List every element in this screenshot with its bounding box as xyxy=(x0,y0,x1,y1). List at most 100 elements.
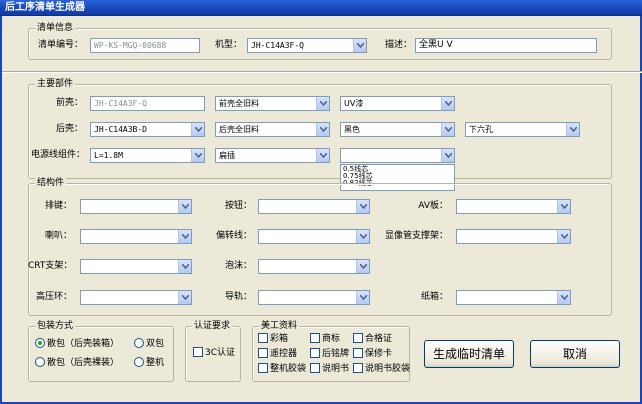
av-board-dropdown[interactable] xyxy=(456,199,571,214)
art-item-label: 说明书 xyxy=(322,364,350,374)
packaging-radio-double[interactable]: 双包 xyxy=(134,338,164,350)
art-item-label: 彩箱 xyxy=(270,334,289,344)
hv-ring-dropdown[interactable] xyxy=(80,290,192,305)
cancel-button[interactable]: 取消 xyxy=(530,340,620,368)
chevron-down-icon[interactable] xyxy=(441,149,454,162)
art-item-label: 整机胶袋 xyxy=(270,364,307,374)
back-color-value: 黑色 xyxy=(344,125,360,134)
foam-dropdown[interactable] xyxy=(258,259,370,274)
chevron-down-icon[interactable] xyxy=(191,123,204,136)
order-number-field[interactable]: WP-KS-MGQ-00688 xyxy=(90,38,200,53)
packaging-radio-bulk-boxed[interactable]: 散包（后壳装箱） xyxy=(35,338,119,350)
description-field[interactable]: 全黑U V xyxy=(415,38,597,53)
keys-dropdown[interactable] xyxy=(80,199,192,214)
rail-label: 导轨： xyxy=(224,292,252,302)
chevron-down-icon[interactable] xyxy=(557,200,570,213)
art-checkbox-warranty[interactable]: 保修卡 xyxy=(353,348,392,360)
back-hole-dropdown[interactable]: 下六孔 xyxy=(465,122,580,137)
packaging-radio-whole[interactable]: 整机 xyxy=(134,357,164,369)
power-cord-dropdown[interactable]: L=1.8M xyxy=(90,148,205,163)
chevron-down-icon[interactable] xyxy=(356,260,369,273)
order-info-title: 清单信息 xyxy=(35,23,76,34)
art-checkbox-rear-plate[interactable]: 后铭牌 xyxy=(310,348,349,360)
packaging-option-label: 整机 xyxy=(146,358,165,368)
av-board-label: AV板： xyxy=(418,201,448,211)
radio-unchecked xyxy=(35,357,45,367)
model-dropdown[interactable]: JH-C14A3F-Q xyxy=(247,38,367,53)
certification-title: 认证要求 xyxy=(192,321,233,332)
power-plug-dropdown[interactable]: 扁插 xyxy=(215,148,330,163)
chevron-down-icon[interactable] xyxy=(557,291,570,304)
packaging-radio-bulk-bare[interactable]: 散包（后壳裸装） xyxy=(35,357,119,369)
checkbox-box xyxy=(310,363,320,373)
chevron-down-icon[interactable] xyxy=(316,149,329,162)
chevron-down-icon[interactable] xyxy=(356,291,369,304)
checkbox-box xyxy=(353,333,363,343)
chevron-down-icon[interactable] xyxy=(353,39,366,52)
front-material-dropdown[interactable]: 前壳全旧料 xyxy=(215,96,330,111)
rail-dropdown[interactable] xyxy=(258,290,370,305)
back-hole-value: 下六孔 xyxy=(469,125,493,134)
back-shell-label: 后壳： xyxy=(55,124,83,134)
chevron-down-icon[interactable] xyxy=(441,123,454,136)
front-shell-field[interactable]: JH-C14A3F-Q xyxy=(90,96,205,111)
back-material-dropdown[interactable]: 后壳全旧料 xyxy=(215,122,330,137)
front-shell-value: JH-C14A3F-Q xyxy=(94,99,147,108)
speaker-dropdown[interactable] xyxy=(80,229,192,244)
art-item-label: 合格证 xyxy=(365,334,393,344)
front-finish-value: UV漆 xyxy=(344,99,364,108)
carton-dropdown[interactable] xyxy=(456,290,571,305)
back-material-value: 后壳全旧料 xyxy=(219,125,259,134)
crt-support-dropdown[interactable] xyxy=(456,229,571,244)
chevron-down-icon[interactable] xyxy=(566,123,579,136)
power-core-dropdown[interactable] xyxy=(340,148,455,163)
art-checkbox-manual[interactable]: 说明书 xyxy=(310,363,349,375)
art-checkbox-color-box[interactable]: 彩箱 xyxy=(258,333,288,345)
window-title: 后工序清单生成器 xyxy=(0,0,642,16)
checkbox-box xyxy=(310,348,320,358)
radio-checked xyxy=(35,338,45,348)
chevron-down-icon[interactable] xyxy=(356,230,369,243)
description-label: 描述： xyxy=(384,40,412,50)
back-shell-value: JH-C14A3B-D xyxy=(94,125,147,134)
main-parts-title: 主要部件 xyxy=(35,79,76,90)
main-window: 清单信息 清单编号： WP-KS-MGQ-00688 机型： JH-C14A3F… xyxy=(0,16,642,404)
back-color-dropdown[interactable]: 黑色 xyxy=(340,122,455,137)
checkbox-box xyxy=(258,363,268,373)
chevron-down-icon[interactable] xyxy=(178,260,191,273)
button-dropdown[interactable] xyxy=(258,199,370,214)
chevron-down-icon[interactable] xyxy=(557,230,570,243)
cert-3c-label: 3C认证 xyxy=(205,348,236,358)
crt-bracket-dropdown[interactable] xyxy=(80,259,192,274)
checkbox-box xyxy=(258,348,268,358)
chevron-down-icon[interactable] xyxy=(316,97,329,110)
chevron-down-icon[interactable] xyxy=(178,230,191,243)
packaging-title: 包装方式 xyxy=(35,321,76,332)
art-checkbox-unit-bag[interactable]: 整机胶袋 xyxy=(258,363,306,375)
back-shell-dropdown[interactable]: JH-C14A3B-D xyxy=(90,122,205,137)
art-checkbox-trademark[interactable]: 商标 xyxy=(310,333,340,345)
cert-3c-checkbox[interactable]: 3C认证 xyxy=(193,347,235,359)
keys-label: 排键： xyxy=(44,201,72,211)
crt-support-label: 显像管支撑架： xyxy=(384,231,448,241)
front-finish-dropdown[interactable]: UV漆 xyxy=(340,96,455,111)
chevron-down-icon[interactable] xyxy=(178,200,191,213)
speaker-label: 喇叭： xyxy=(44,231,72,241)
button-label: 按钮： xyxy=(224,201,252,211)
art-checkbox-remote[interactable]: 遥控器 xyxy=(258,348,297,360)
power-cord-value: L=1.8M xyxy=(94,151,123,160)
chevron-down-icon[interactable] xyxy=(356,200,369,213)
art-item-label: 遥控器 xyxy=(270,349,298,359)
order-number-label: 清单编号： xyxy=(38,40,84,50)
chevron-down-icon[interactable] xyxy=(316,123,329,136)
power-plug-value: 扁插 xyxy=(219,151,235,160)
art-checkbox-certificate[interactable]: 合格证 xyxy=(353,333,392,345)
art-checkbox-manual-bag[interactable]: 说明书胶袋 xyxy=(353,363,410,375)
chevron-down-icon[interactable] xyxy=(441,97,454,110)
generate-list-button[interactable]: 生成临时清单 xyxy=(424,340,514,368)
chevron-down-icon[interactable] xyxy=(191,149,204,162)
packaging-group: 包装方式 xyxy=(28,321,174,382)
power-cord-label: 电源线组件： xyxy=(30,150,85,160)
chevron-down-icon[interactable] xyxy=(178,291,191,304)
deflection-yoke-dropdown[interactable] xyxy=(258,229,370,244)
